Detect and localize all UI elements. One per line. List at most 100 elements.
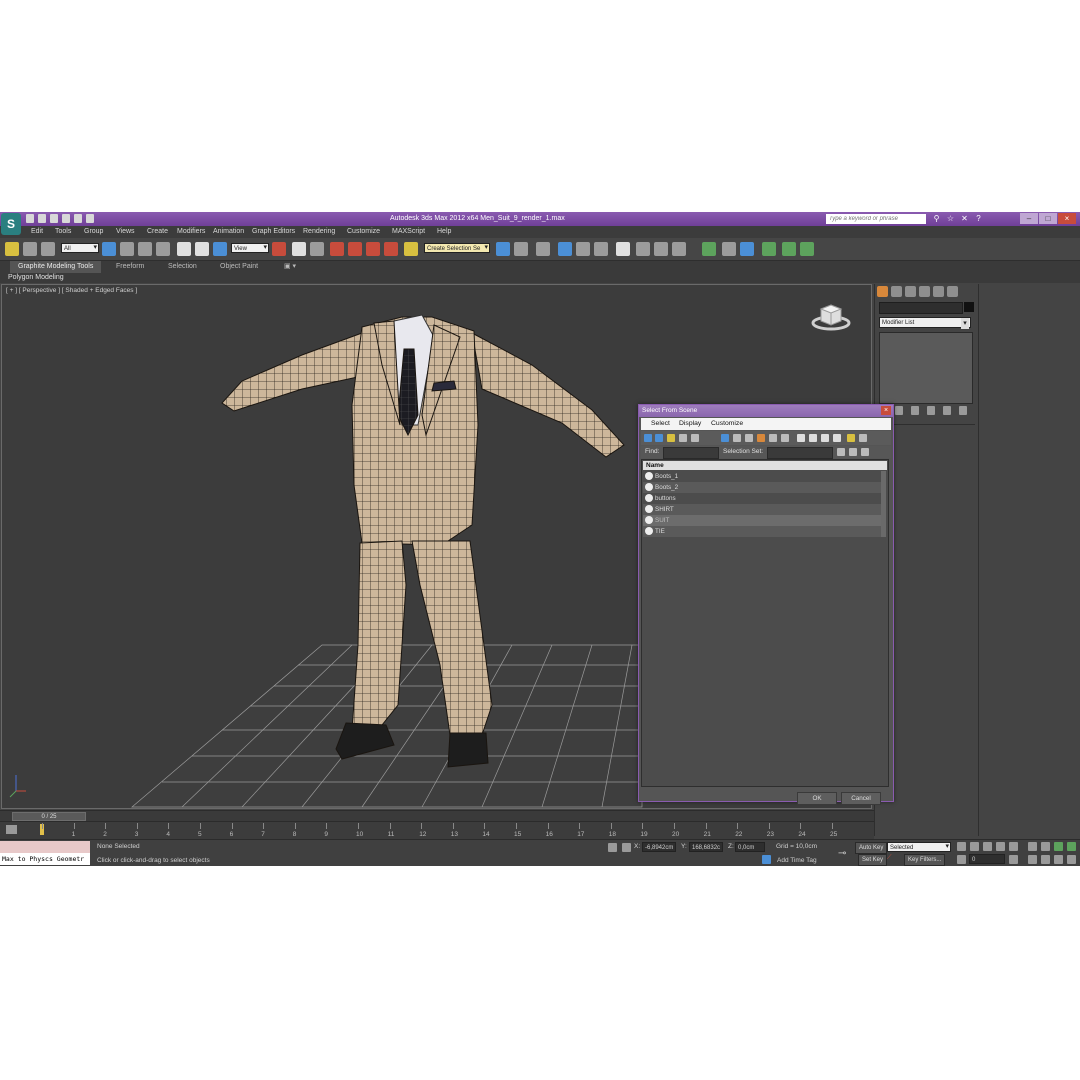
material-editor-icon[interactable] — [616, 242, 630, 256]
display-tab-icon[interactable] — [933, 286, 944, 297]
list-scrollbar[interactable] — [881, 471, 886, 537]
make-unique-icon[interactable] — [927, 406, 935, 415]
key-filters-button[interactable]: Key Filters... — [904, 854, 946, 866]
dialog-title[interactable]: Select From Scene — [639, 405, 893, 417]
modifier-stack[interactable] — [879, 332, 973, 404]
move-icon[interactable] — [177, 242, 191, 256]
list-item[interactable]: SHIRT — [643, 504, 881, 515]
render-production-icon[interactable] — [672, 242, 686, 256]
close-icon[interactable]: × — [1058, 213, 1076, 224]
help-icon[interactable]: ? — [974, 214, 983, 223]
go-to-end-icon[interactable] — [1009, 842, 1018, 851]
tools-icon[interactable]: ✕ — [960, 214, 969, 223]
keyboard-shortcut-icon[interactable] — [310, 242, 324, 256]
modify-tab-icon[interactable] — [891, 286, 902, 297]
display-bones-icon[interactable] — [721, 434, 729, 442]
list-item[interactable]: TIE — [643, 526, 881, 537]
default-in-out-key-icon[interactable]: ⊸ — [838, 848, 846, 859]
layer-manager-icon[interactable] — [536, 242, 550, 256]
snaps-toggle-icon[interactable] — [330, 242, 344, 256]
select-object-icon[interactable] — [102, 242, 116, 256]
rectangular-selection-icon[interactable] — [138, 242, 152, 256]
display-hidden-icon[interactable] — [781, 434, 789, 442]
list-item[interactable]: Boots_2 — [643, 482, 881, 493]
plugin-tool-3-icon[interactable] — [740, 242, 754, 256]
tab-graphite-modeling-tools[interactable]: Graphite Modeling Tools — [10, 261, 102, 273]
menu-create[interactable]: Create — [147, 228, 168, 235]
schematic-view-icon[interactable] — [594, 242, 608, 256]
y-coordinate-field[interactable]: 168,6832c — [689, 842, 723, 852]
time-tag-icon[interactable] — [762, 855, 771, 864]
select-all-icon[interactable] — [797, 434, 805, 442]
rotate-icon[interactable] — [195, 242, 209, 256]
maxscript-mini-listener[interactable]: Max to Physcs Geometr — [0, 853, 90, 865]
search-input[interactable] — [826, 214, 926, 224]
pan-view-icon[interactable] — [1041, 855, 1050, 864]
maxscript-listener-top[interactable] — [0, 841, 90, 853]
project-folder-icon[interactable] — [86, 214, 94, 223]
reference-coord-dropdown[interactable]: View — [231, 243, 269, 253]
display-frozen-icon[interactable] — [769, 434, 777, 442]
key-mode-dropdown[interactable]: Selected — [887, 842, 951, 852]
ok-button[interactable]: OK — [797, 792, 837, 805]
object-color-swatch[interactable] — [964, 302, 974, 312]
selection-lock-icon[interactable] — [608, 843, 617, 852]
find-input[interactable] — [663, 447, 719, 459]
viewcube[interactable] — [809, 299, 853, 333]
menu-modifiers[interactable]: Modifiers — [177, 228, 205, 235]
plugin-tool-4-icon[interactable] — [762, 242, 776, 256]
object-list[interactable]: Name Boots_1 Boots_2 buttons SHIRT SUIT … — [641, 459, 889, 787]
display-shapes-icon[interactable] — [655, 434, 663, 442]
list-item[interactable]: buttons — [643, 493, 881, 504]
display-cameras-icon[interactable] — [679, 434, 687, 442]
dialog-menu-customize[interactable]: Customize — [711, 420, 743, 427]
display-groups-icon[interactable] — [757, 434, 765, 442]
configure-sets-icon[interactable] — [959, 406, 967, 415]
zoom-extents-all-icon[interactable] — [1067, 842, 1076, 851]
tab-selection[interactable]: Selection — [160, 261, 205, 273]
selection-filter-dropdown[interactable]: All — [61, 243, 99, 253]
track-bar[interactable]: 1 2 3 4 5 6 7 8 9 10 11 12 13 14 15 16 17 18 19 20 21 22 23 24 2… — [0, 821, 874, 839]
remove-modifier-icon[interactable] — [943, 406, 951, 415]
name-column-header[interactable]: Name — [643, 461, 887, 470]
display-lights-icon[interactable] — [667, 434, 675, 442]
graphite-toggle-icon[interactable] — [558, 242, 572, 256]
render-setup-icon[interactable] — [636, 242, 650, 256]
utilities-tab-icon[interactable] — [947, 286, 958, 297]
edit-named-selection-icon[interactable] — [404, 242, 418, 256]
new-file-icon[interactable] — [26, 214, 34, 223]
link-icon[interactable] — [5, 242, 19, 256]
time-slider-thumb[interactable]: 0 / 25 — [12, 812, 86, 821]
go-to-start-icon[interactable] — [957, 842, 966, 851]
previous-frame-icon[interactable] — [970, 842, 979, 851]
dialog-menu-select[interactable]: Select — [651, 420, 670, 427]
absolute-mode-icon[interactable] — [622, 843, 631, 852]
cancel-button[interactable]: Cancel — [841, 792, 881, 805]
menu-help[interactable]: Help — [437, 228, 451, 235]
maximize-icon[interactable]: □ — [1039, 213, 1057, 224]
spinner-snap-icon[interactable] — [384, 242, 398, 256]
selection-set-remove-icon[interactable] — [849, 448, 857, 456]
play-icon[interactable] — [983, 842, 992, 851]
percent-snap-icon[interactable] — [366, 242, 380, 256]
motion-tab-icon[interactable] — [919, 286, 930, 297]
sync-selection-icon[interactable] — [833, 434, 841, 442]
dialog-close-icon[interactable]: × — [881, 406, 891, 415]
filter-icon[interactable] — [847, 434, 855, 442]
menu-views[interactable]: Views — [116, 228, 135, 235]
save-file-icon[interactable] — [50, 214, 58, 223]
show-end-result-icon[interactable] — [911, 406, 919, 415]
minimize-icon[interactable]: – — [1020, 213, 1038, 224]
orbit-icon[interactable] — [1054, 855, 1063, 864]
x-coordinate-field[interactable]: -6,8942cm — [642, 842, 676, 852]
zoom-all-icon[interactable] — [1041, 842, 1050, 851]
set-key-icon[interactable]: ⟋ — [887, 854, 892, 862]
menu-tools[interactable]: Tools — [55, 228, 71, 235]
bind-space-warp-icon[interactable] — [41, 242, 55, 256]
menu-customize[interactable]: Customize — [347, 228, 380, 235]
field-of-view-icon[interactable] — [1028, 855, 1037, 864]
unlink-icon[interactable] — [23, 242, 37, 256]
filter-options-icon[interactable] — [859, 434, 867, 442]
ribbon-options-icon[interactable]: ▣ ▾ — [276, 261, 304, 273]
hierarchy-tab-icon[interactable] — [905, 286, 916, 297]
